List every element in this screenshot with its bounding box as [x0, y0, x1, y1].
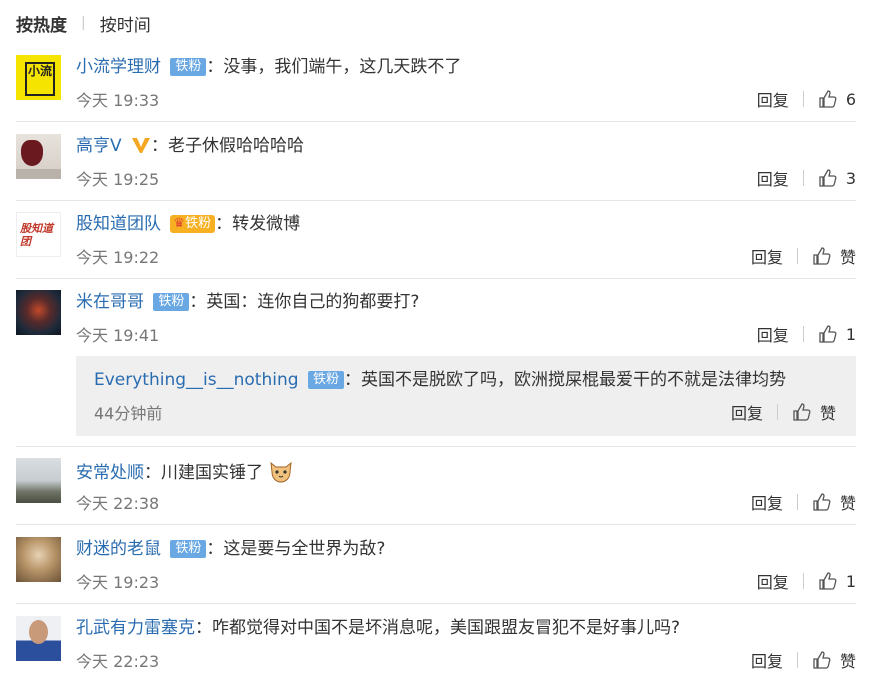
reply-button[interactable]: 回复: [757, 569, 789, 593]
sort-tabs: 按热度 | 按时间: [0, 0, 877, 46]
comment-time: 今天 19:22: [76, 248, 160, 267]
thumbs-up-icon: [813, 247, 831, 265]
avatar[interactable]: [16, 458, 61, 503]
thumbs-up-icon: [819, 169, 837, 187]
thumbs-up-icon: [819, 325, 837, 343]
action-separator: [796, 248, 798, 264]
action-separator: [802, 573, 804, 589]
divider: [16, 446, 856, 447]
like-label: 赞: [839, 652, 856, 671]
fan-badge: 铁粉: [307, 371, 344, 389]
like-button[interactable]: 1: [818, 324, 856, 344]
fan-badge: 铁粉: [153, 293, 190, 311]
reply-username[interactable]: Everything__is__nothing: [94, 370, 299, 390]
tab-separator: |: [81, 15, 86, 31]
divider: [16, 278, 856, 279]
avatar[interactable]: [16, 290, 61, 335]
thumbs-up-icon: [819, 90, 837, 108]
comment-text: ：英国：连你自己的狗都要打?: [189, 292, 420, 312]
like-button[interactable]: 赞: [812, 648, 856, 672]
comment-time: 今天 19:25: [76, 170, 160, 189]
comment-text: ：咋都觉得对中国不是坏消息呢，美国跟盟友冒犯不是好事儿吗?: [195, 618, 681, 638]
divider: [16, 200, 856, 201]
comment-text: ：没事，我们端午，这几天跌不了: [206, 57, 462, 77]
comment-username[interactable]: 米在哥哥: [76, 292, 144, 312]
comment-username[interactable]: 安常处顺: [76, 463, 144, 483]
like-label: 赞: [839, 248, 856, 267]
avatar-table: [16, 169, 61, 179]
avatar[interactable]: [16, 537, 61, 582]
thumbs-up-icon: [813, 493, 831, 511]
like-button[interactable]: 赞: [812, 244, 856, 268]
thumbs-up-icon: [793, 403, 811, 421]
comment-time: 今天 19:33: [76, 91, 160, 110]
thumbs-up-icon: [813, 651, 831, 669]
fan-badge: 铁粉: [170, 540, 207, 558]
comment-text: ：川建国实锤了: [144, 463, 263, 483]
fan-crown-badge: ♛铁粉: [170, 215, 216, 233]
comment-username[interactable]: 财迷的老鼠: [76, 539, 161, 559]
action-separator: [796, 494, 798, 510]
reply-text: ：英国不是脱欧了吗，欧洲搅屎棍最爱干的不就是法律均势: [343, 370, 786, 390]
reply-button[interactable]: 回复: [757, 166, 789, 190]
comment-text: ：老子休假哈哈哈哈: [151, 136, 305, 156]
comment-username[interactable]: 孔武有力雷塞克: [76, 618, 195, 638]
like-button[interactable]: 6: [818, 89, 856, 109]
reply-button[interactable]: 回复: [757, 322, 789, 346]
divider: [16, 524, 856, 525]
avatar-logo-text: 股知道团: [20, 222, 53, 248]
comment-text: ：转发微博: [215, 214, 301, 234]
comment-text: ：这是要与全世界为敌?: [206, 539, 386, 559]
like-count: 6: [845, 89, 856, 109]
action-separator: [802, 326, 804, 342]
action-separator: [796, 652, 798, 668]
verified-v-icon: [132, 138, 151, 153]
reply-button[interactable]: 回复: [751, 648, 783, 672]
reply-button[interactable]: 回复: [751, 244, 783, 268]
comment-time: 今天 19:41: [76, 326, 160, 345]
reply-button[interactable]: 回复: [731, 400, 763, 424]
avatar[interactable]: [16, 134, 61, 179]
comment-username[interactable]: 高亨V: [76, 136, 122, 156]
cat-emoji-icon: [270, 461, 293, 483]
reply-button[interactable]: 回复: [751, 490, 783, 514]
like-label: 赞: [839, 494, 856, 513]
like-count: 1: [845, 571, 856, 591]
action-separator: [802, 170, 804, 186]
nested-reply: Everything__is__nothing 铁粉 ：英国不是脱欧了吗，欧洲搅屎…: [76, 356, 856, 436]
tab-by-popularity[interactable]: 按热度: [16, 11, 67, 36]
like-count: 3: [845, 168, 856, 188]
comment-time: 今天 19:23: [76, 573, 160, 592]
fan-badge: 铁粉: [170, 58, 207, 76]
comment-time: 今天 22:38: [76, 494, 160, 513]
comment-username[interactable]: 小流学理财: [76, 57, 161, 77]
crown-icon: ♛: [173, 216, 186, 231]
avatar-face: [29, 620, 48, 644]
like-button[interactable]: 赞: [812, 490, 856, 514]
avatar-wine-glass: [21, 140, 43, 166]
avatar[interactable]: 股知道团: [16, 212, 61, 257]
divider: [16, 603, 856, 604]
like-button[interactable]: 3: [818, 168, 856, 188]
divider: [16, 121, 856, 122]
avatar-logo-text: 小流: [25, 62, 55, 96]
like-button[interactable]: 1: [818, 571, 856, 591]
avatar[interactable]: 小流: [16, 55, 61, 100]
tab-by-time[interactable]: 按时间: [100, 11, 151, 36]
reply-button[interactable]: 回复: [757, 87, 789, 111]
comment-username[interactable]: 股知道团队: [76, 214, 161, 234]
action-separator: [776, 404, 778, 420]
like-count: 1: [845, 324, 856, 344]
like-label: 赞: [819, 404, 836, 423]
badge-label: 铁粉: [185, 216, 212, 231]
reply-time: 44分钟前: [94, 404, 163, 423]
like-button[interactable]: 赞: [792, 400, 836, 424]
comment-time: 今天 22:23: [76, 652, 160, 671]
action-separator: [802, 91, 804, 107]
thumbs-up-icon: [819, 572, 837, 590]
avatar[interactable]: [16, 616, 61, 661]
